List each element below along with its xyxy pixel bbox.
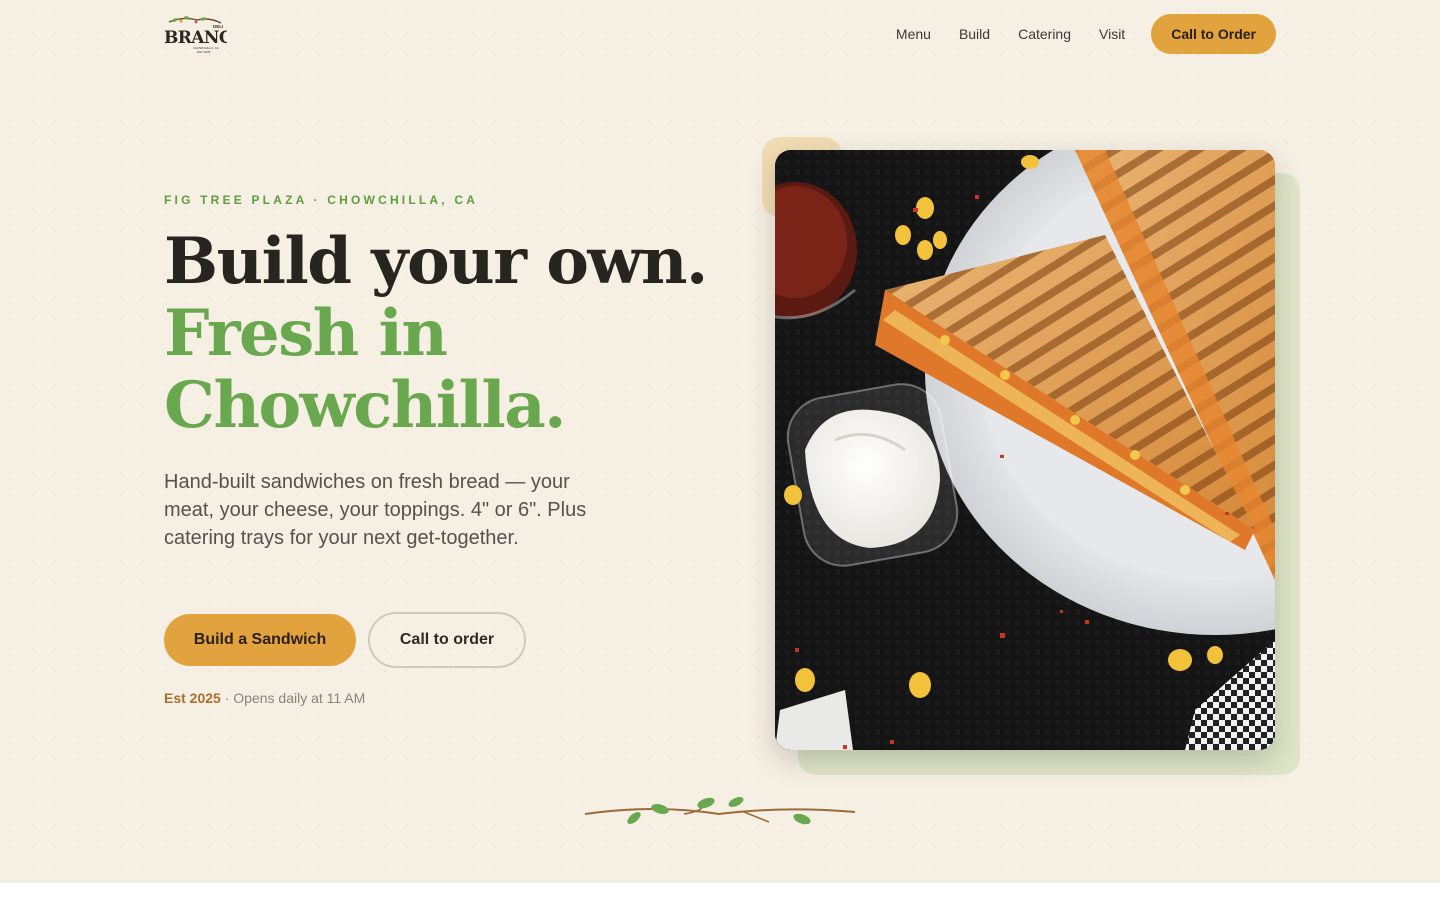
headline-line-1: Build your own. bbox=[164, 224, 708, 299]
svg-text:EST 2025: EST 2025 bbox=[197, 50, 211, 54]
vine-divider-icon bbox=[584, 797, 856, 825]
headline-line-3: Chowchilla. bbox=[164, 368, 566, 443]
main-nav: Menu Build Catering Visit Call to Order bbox=[896, 14, 1276, 54]
opening-hours: · Opens daily at 11 AM bbox=[224, 690, 366, 706]
established-label: Est 2025 bbox=[164, 690, 221, 706]
next-section-edge bbox=[0, 883, 1440, 900]
branch-deli-logo[interactable]: DELI BRANCH CHOWCHILLA, CA EST 2025 bbox=[163, 14, 248, 56]
sandwich-illustration bbox=[775, 150, 1275, 750]
build-sandwich-button[interactable]: Build a Sandwich bbox=[164, 614, 356, 666]
grilled-sandwich-photo bbox=[775, 150, 1275, 750]
nav-visit[interactable]: Visit bbox=[1099, 26, 1125, 42]
nav-catering[interactable]: Catering bbox=[1018, 26, 1071, 42]
hero-headline: Build your own. Fresh in Chowchilla. bbox=[164, 224, 708, 443]
nav-build[interactable]: Build bbox=[959, 26, 990, 42]
svg-text:BRANCH: BRANCH bbox=[164, 28, 227, 48]
nav-menu[interactable]: Menu bbox=[896, 26, 931, 42]
call-to-order-outline-button[interactable]: Call to order bbox=[368, 612, 526, 668]
hero-description: Hand-built sandwiches on fresh bread — y… bbox=[164, 471, 587, 549]
hero-meta: Est 2025 · Opens daily at 11 AM bbox=[164, 690, 365, 706]
logo-mark: DELI BRANCH CHOWCHILLA, CA EST 2025 bbox=[164, 16, 248, 54]
call-to-order-button[interactable]: Call to Order bbox=[1151, 14, 1276, 54]
location-eyebrow: FIG TREE PLAZA · CHOWCHILLA, CA bbox=[164, 193, 479, 207]
headline-line-2: Fresh in bbox=[164, 296, 448, 371]
